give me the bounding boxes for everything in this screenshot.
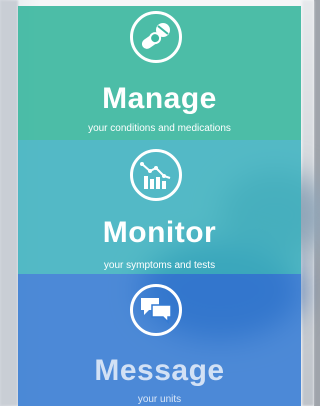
message-subtitle: your units (137, 394, 182, 405)
monitor-title: Monitor (102, 216, 217, 249)
chart-icon (130, 149, 182, 201)
manage-subtitle: your conditions and medications (88, 123, 231, 134)
chat-bubbles-icon (130, 284, 182, 336)
feature-overlay-card: Manage your conditions and medications M… (18, 6, 301, 406)
monitor-panel[interactable]: Monitor your symptoms and tests (18, 140, 301, 274)
message-title: Message (94, 354, 225, 387)
monitor-subtitle: your symptoms and tests (103, 260, 216, 271)
background-sidebar (0, 0, 18, 406)
manage-panel[interactable]: Manage your conditions and medications (18, 6, 301, 140)
manage-title: Manage (102, 82, 217, 115)
message-panel[interactable]: Message your units (18, 274, 301, 406)
pills-icon (130, 11, 182, 63)
